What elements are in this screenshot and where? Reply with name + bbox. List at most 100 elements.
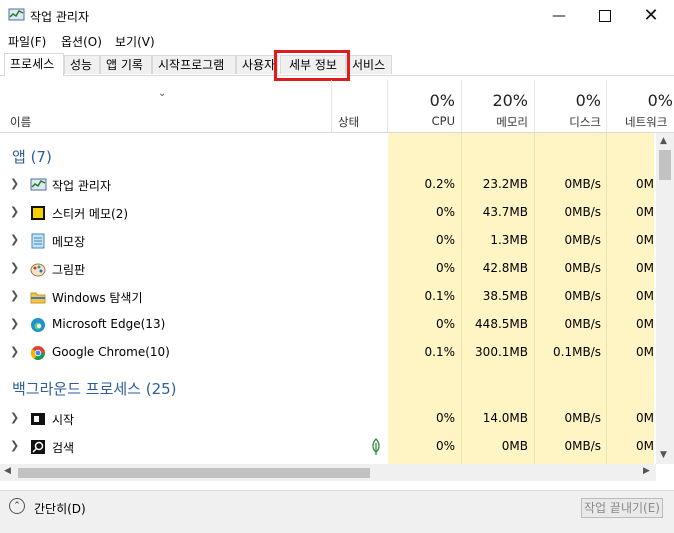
disk-value: 0MB/s: [564, 289, 601, 303]
close-button[interactable]: ✕: [628, 0, 674, 31]
column-disk[interactable]: 디스크: [535, 114, 601, 130]
memory-value: 42.8MB: [482, 261, 528, 275]
expand-chevron-icon[interactable]: ❯: [10, 289, 19, 302]
cpu-value: 0.1%: [424, 289, 456, 303]
network-percent: 0%: [647, 91, 673, 110]
maximize-button[interactable]: [582, 0, 628, 31]
cpu-value: 0.1%: [424, 345, 456, 359]
tab-processes[interactable]: 프로세스: [4, 53, 64, 76]
cpu-percent: 0%: [429, 91, 455, 110]
cpu-value: 0.2%: [424, 177, 456, 191]
memory-value: 448.5MB: [475, 317, 528, 331]
memory-value: 1.3MB: [490, 233, 528, 247]
table-row[interactable]: ❯ 메모장 0% 1.3MB 0MB/s 0M: [0, 228, 654, 254]
table-row[interactable]: ❯ 시작 0% 14.0MB 0MB/s 0M: [0, 406, 654, 432]
sticky-notes-icon: [31, 206, 45, 220]
window-title: 작업 관리자: [30, 10, 90, 24]
end-task-button[interactable]: 작업 끝내기(E): [581, 498, 663, 518]
vertical-scrollbar[interactable]: [656, 133, 674, 464]
process-name: 작업 관리자: [52, 179, 112, 193]
memory-percent: 20%: [492, 91, 528, 110]
process-name: 그림판: [52, 263, 86, 277]
background-group-header[interactable]: 백그라운드 프로세스 (25): [12, 378, 177, 399]
start-icon: [31, 413, 45, 425]
paint-icon: [30, 263, 46, 277]
process-name: Google Chrome(10): [52, 345, 170, 359]
network-value: 0M: [636, 289, 654, 303]
expand-chevron-icon[interactable]: ❯: [10, 205, 19, 218]
chrome-icon: [30, 346, 45, 360]
edge-icon: [31, 318, 45, 332]
tab-services[interactable]: 서비스: [346, 55, 392, 74]
table-row[interactable]: ❯ 스티커 메모(2) 0% 43.7MB 0MB/s 0M: [0, 200, 654, 226]
process-name: Windows 탐색기: [52, 291, 143, 305]
column-status[interactable]: 상태: [338, 114, 359, 130]
column-memory[interactable]: 메모리: [462, 114, 528, 130]
table-row[interactable]: ❯ 그림판 0% 42.8MB 0MB/s 0M: [0, 256, 654, 282]
maximize-icon: [599, 9, 611, 22]
column-name[interactable]: 이름: [10, 114, 31, 130]
task-manager-icon: [8, 8, 25, 21]
footer-bar: [0, 490, 674, 533]
network-value: 0M: [636, 205, 654, 219]
disk-value: 0MB/s: [564, 439, 601, 453]
scroll-left-icon[interactable]: ◀: [4, 466, 11, 476]
scroll-right-icon[interactable]: ▶: [643, 466, 650, 476]
process-name: 검색: [52, 441, 75, 455]
leaf-icon: [372, 438, 380, 455]
menu-options[interactable]: 옵션(O): [61, 33, 102, 50]
expand-chevron-icon[interactable]: ❯: [10, 177, 19, 190]
column-cpu[interactable]: CPU: [388, 114, 455, 128]
expand-chevron-icon[interactable]: ❯: [10, 261, 19, 274]
sort-chevron-icon: ⌄: [158, 88, 167, 99]
expand-chevron-icon[interactable]: ❯: [10, 345, 19, 358]
disk-value: 0MB/s: [564, 261, 601, 275]
task-manager-icon: [30, 178, 47, 191]
table-row[interactable]: ❯ Windows 탐색기 0.1% 38.5MB 0MB/s 0M: [0, 284, 654, 310]
memory-value: 300.1MB: [475, 345, 528, 359]
expand-chevron-icon[interactable]: ❯: [10, 411, 19, 424]
cpu-value: 0%: [435, 205, 455, 219]
process-name: 스티커 메모(2): [52, 207, 129, 221]
table-row[interactable]: ❯ 검색 0% 0MB 0MB/s 0M: [0, 434, 654, 460]
vertical-scroll-thumb[interactable]: [659, 150, 671, 180]
explorer-icon: [30, 292, 46, 304]
scroll-up-icon[interactable]: ▲: [660, 136, 667, 146]
minimize-icon: —: [552, 7, 566, 24]
network-value: 0M: [636, 345, 654, 359]
network-value: 0M: [636, 233, 654, 247]
column-network[interactable]: 네트워크: [607, 114, 674, 130]
network-value: 0M: [636, 317, 654, 331]
network-value: 0M: [636, 411, 654, 425]
memory-value: 0MB: [501, 439, 528, 453]
minimize-button[interactable]: —: [536, 0, 582, 31]
fewer-details-link[interactable]: 간단히(D): [34, 500, 86, 517]
notepad-icon: [31, 233, 45, 249]
cpu-value: 0%: [435, 261, 455, 275]
tab-users[interactable]: 사용자: [236, 55, 278, 74]
network-value: 0M: [636, 439, 654, 453]
disk-value: 0MB/s: [564, 205, 601, 219]
table-row[interactable]: ❯ Google Chrome(10) 0.1% 300.1MB 0.1MB/s…: [0, 340, 654, 366]
expand-chevron-icon[interactable]: ❯: [10, 439, 19, 452]
tab-startup[interactable]: 시작프로그램: [152, 55, 236, 74]
cpu-value: 0%: [435, 233, 455, 247]
memory-value: 43.7MB: [482, 205, 528, 219]
disk-value: 0.1MB/s: [553, 345, 601, 359]
search-icon: [31, 440, 45, 454]
tab-app-history[interactable]: 앱 기록: [100, 55, 152, 74]
apps-group-header[interactable]: 앱 (7): [12, 146, 52, 167]
tab-performance[interactable]: 성능: [64, 55, 100, 74]
scroll-down-icon[interactable]: ▼: [660, 450, 667, 460]
expand-chevron-icon[interactable]: ❯: [10, 317, 19, 330]
close-icon: ✕: [643, 5, 659, 26]
collapse-chevron-icon[interactable]: ⌃: [9, 498, 25, 514]
table-row[interactable]: ❯ Microsoft Edge(13) 0% 448.5MB 0MB/s 0M: [0, 312, 654, 338]
horizontal-scroll-thumb[interactable]: [18, 468, 370, 478]
memory-value: 14.0MB: [482, 411, 528, 425]
table-row[interactable]: ❯ 작업 관리자 0.2% 23.2MB 0MB/s 0M: [0, 172, 654, 198]
menu-file[interactable]: 파일(F): [8, 33, 46, 50]
expand-chevron-icon[interactable]: ❯: [10, 233, 19, 246]
menu-view[interactable]: 보기(V): [115, 33, 155, 50]
cpu-value: 0%: [435, 411, 455, 425]
